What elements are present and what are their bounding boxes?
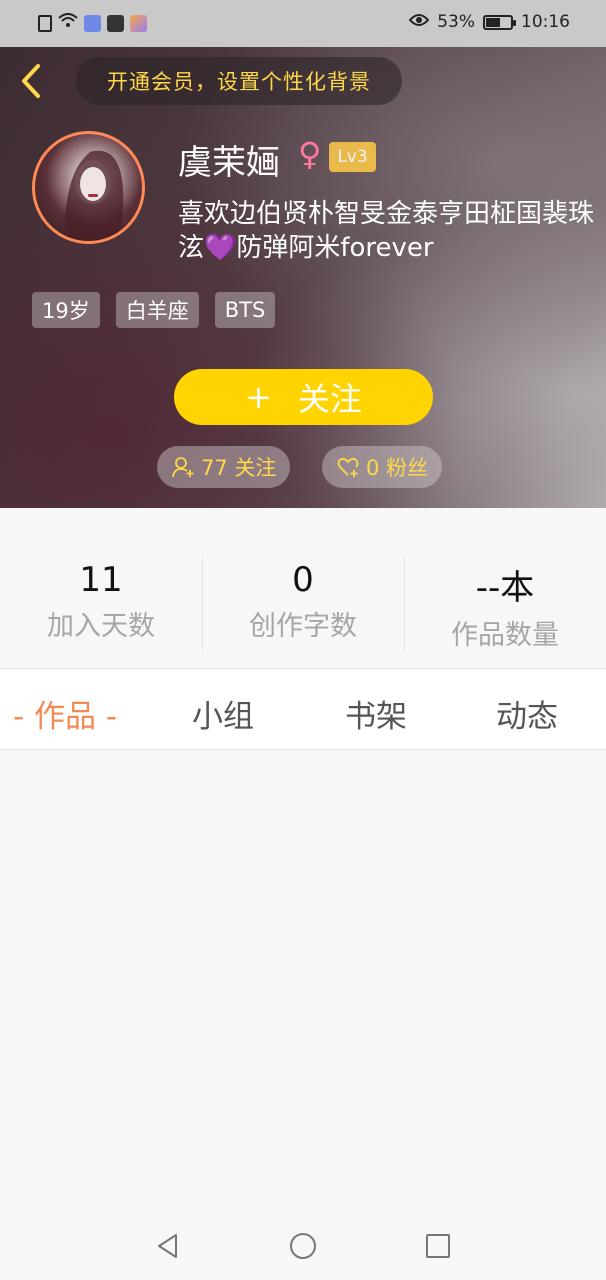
wifi-icon — [58, 13, 78, 34]
tab-works[interactable]: - 作品 - — [13, 691, 117, 736]
tab-bookshelf[interactable]: 书架 — [345, 691, 407, 736]
user-name: 虞茉婳 — [178, 143, 280, 183]
stat-days-joined: 11 加入天数 — [0, 560, 202, 643]
plus-icon: + — [245, 378, 272, 416]
notification-icons — [38, 13, 147, 34]
chevron-left-icon — [22, 64, 40, 98]
tag-zodiac: 白羊座 — [115, 292, 199, 328]
following-count: 77 关注 — [201, 456, 277, 480]
tab-activity[interactable]: 动态 — [496, 691, 558, 736]
eye-icon — [408, 12, 430, 32]
profile-tags: 19岁 白羊座 BTS — [32, 292, 276, 328]
app-icon — [107, 15, 124, 32]
sim-alert-icon — [38, 15, 52, 32]
status-bar: 53% 10:16 — [0, 0, 606, 47]
vip-banner-button[interactable]: 开通会员，设置个性化背景 — [76, 57, 402, 105]
stat-label: 作品数量 — [451, 620, 559, 651]
follow-label: 关注 — [297, 380, 362, 418]
fans-button[interactable]: 0 粉丝 — [322, 446, 443, 488]
avatar-image — [64, 150, 124, 241]
store-app-icon — [130, 15, 147, 32]
stat-works-count: --本 作品数量 — [404, 560, 606, 652]
clock: 10:16 — [521, 12, 570, 32]
stat-word-count: 0 创作字数 — [202, 560, 404, 643]
tag-interest: BTS — [214, 292, 276, 328]
following-button[interactable]: 77 关注 — [157, 446, 291, 488]
battery-icon — [483, 14, 516, 30]
level-badge: Lv3 — [329, 142, 376, 172]
profile-tabs: - 作品 - 小组 书架 动态 — [0, 668, 606, 750]
user-bio: 喜欢边伯贤朴智旻金泰亨田柾国裴珠泫💜防弹阿米forever — [178, 199, 595, 263]
back-triangle-icon[interactable] — [154, 1232, 182, 1260]
avatar[interactable] — [32, 131, 145, 244]
female-icon: ♀ — [298, 135, 322, 173]
stat-value: --本 — [475, 568, 535, 608]
music-app-icon — [84, 15, 101, 32]
system-nav-bar — [0, 1212, 606, 1280]
stat-value: 0 — [292, 560, 314, 600]
tab-content-area — [0, 750, 606, 1212]
battery-percent: 53% — [437, 12, 475, 32]
stat-label: 创作字数 — [249, 611, 357, 642]
profile-stats: 11 加入天数 0 创作字数 --本 作品数量 — [0, 508, 606, 668]
tag-age: 19岁 — [32, 292, 100, 328]
user-add-icon — [172, 457, 194, 478]
profile-header: 开通会员，设置个性化背景 虞茉婳 ♀ Lv3 喜欢边伯贤朴智旻金泰亨田柾国裴珠泫… — [0, 47, 606, 508]
stat-label: 加入天数 — [47, 611, 155, 642]
tab-groups[interactable]: 小组 — [192, 691, 254, 736]
fans-count: 0 粉丝 — [366, 456, 429, 480]
follow-button[interactable]: + 关注 — [174, 369, 433, 425]
heart-add-icon — [337, 457, 359, 477]
home-circle-icon[interactable] — [289, 1232, 317, 1260]
system-status: 53% 10:16 — [408, 12, 570, 32]
recents-square-icon[interactable] — [424, 1232, 452, 1260]
back-button[interactable] — [12, 61, 52, 101]
stat-value: 11 — [79, 560, 123, 600]
